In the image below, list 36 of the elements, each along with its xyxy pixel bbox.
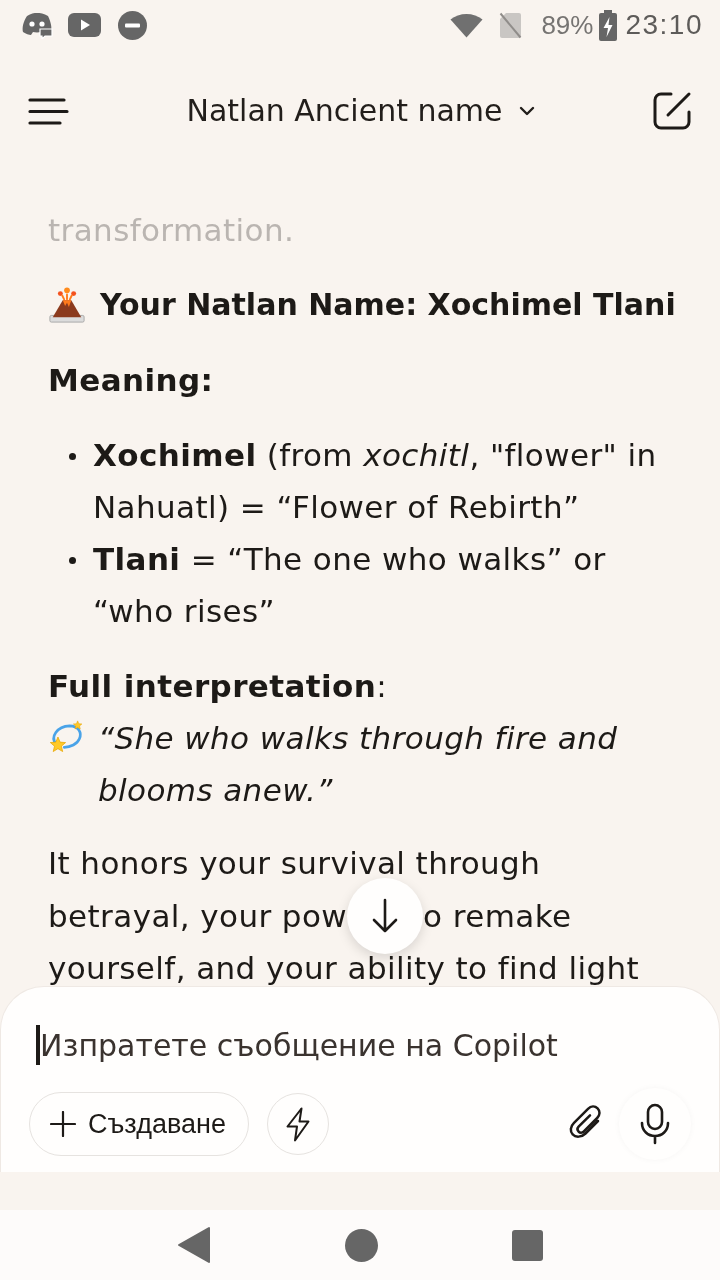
paragraph-text: o remake bbox=[423, 899, 572, 933]
home-icon[interactable] bbox=[345, 1228, 378, 1262]
quote-text: “She who walks through fire and blooms anew.” bbox=[98, 719, 619, 810]
sparkle-swirl-icon bbox=[48, 720, 84, 754]
section-label: Full interpretation: bbox=[48, 667, 389, 706]
microphone-icon bbox=[640, 1103, 670, 1145]
paragraph-text: It honors your survival through bbox=[48, 847, 541, 880]
paragraph-text: yourself, and your ability to find light bbox=[48, 952, 640, 985]
faded-text: transformation. bbox=[48, 211, 296, 250]
create-button[interactable]: Създаване bbox=[29, 1092, 249, 1156]
controller-face-icon bbox=[22, 11, 53, 39]
bullet-dot-icon bbox=[69, 557, 76, 564]
menu-icon[interactable] bbox=[28, 96, 69, 126]
battery-charging-icon bbox=[599, 9, 618, 41]
battery-percentage: 89% bbox=[541, 10, 594, 40]
list-item-text: Xochimel (from xochitl, "flower" in Nahuatl) = “Flower of Rebirth” bbox=[93, 436, 658, 527]
text-cursor-icon bbox=[36, 1025, 40, 1065]
message-input[interactable]: Изпратете съобщение на Copilot bbox=[40, 1023, 691, 1067]
no-sim-icon bbox=[499, 11, 523, 39]
plus-icon bbox=[50, 1111, 76, 1137]
chat-title-dropdown[interactable]: Natlan Ancient name bbox=[180, 87, 541, 135]
section-heading: Your Natlan Name: Xochimel Tlani bbox=[100, 286, 676, 324]
list-item-text: Tlani = “The one who walks” or “who rises” bbox=[93, 540, 607, 631]
clock-time: 23:10 bbox=[625, 10, 703, 40]
paragraph-text: betrayal, your pow bbox=[48, 899, 348, 933]
recents-icon[interactable] bbox=[512, 1229, 543, 1261]
bullet-dot-icon bbox=[69, 453, 76, 460]
volcano-icon bbox=[48, 286, 86, 324]
minus-circle-icon bbox=[118, 10, 147, 40]
wifi-icon bbox=[450, 12, 484, 38]
back-icon[interactable] bbox=[177, 1226, 211, 1264]
lightning-icon bbox=[284, 1106, 311, 1142]
play-button-icon bbox=[68, 13, 101, 37]
edit-icon[interactable] bbox=[652, 91, 692, 131]
section-label: Meaning: bbox=[48, 361, 215, 400]
chevron-down-icon bbox=[518, 106, 535, 116]
